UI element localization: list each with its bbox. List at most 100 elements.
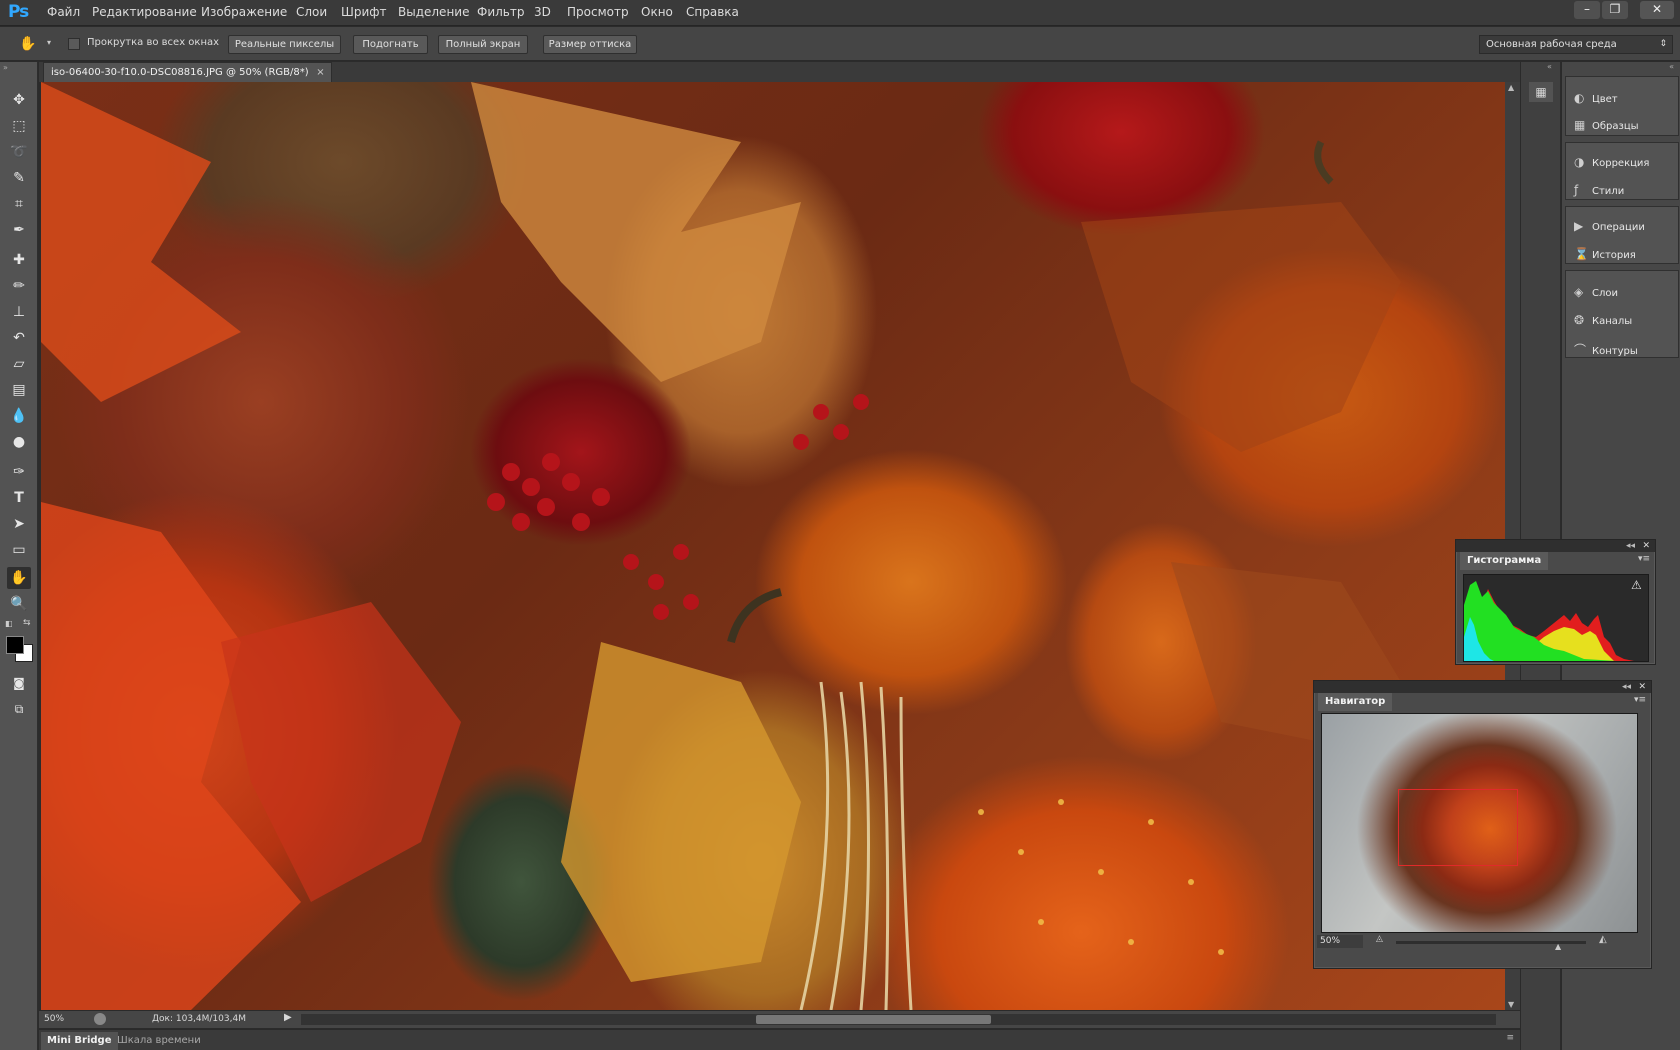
navigator-titlebar[interactable]: ◂◂ ✕: [1314, 681, 1651, 693]
close-icon[interactable]: ✕: [1642, 540, 1650, 552]
histogram-tab[interactable]: Гистограмма: [1460, 552, 1549, 570]
collapse-dock-icon[interactable]: «: [1669, 62, 1674, 71]
rectangle-tool-icon[interactable]: ▭: [7, 539, 31, 561]
actual-pixels-button[interactable]: Реальные пикселы: [228, 35, 341, 54]
panel-menu-icon[interactable]: ▾≡: [1634, 695, 1646, 705]
menu-filter[interactable]: Фильтр: [477, 5, 524, 19]
panel-menu-icon[interactable]: ▾≡: [1638, 554, 1650, 564]
move-tool-icon[interactable]: ✥: [7, 89, 31, 111]
menu-image[interactable]: Изображение: [201, 5, 287, 19]
gradient-tool-icon[interactable]: ▤: [7, 379, 31, 401]
quick-selection-tool-icon[interactable]: ✎: [7, 167, 31, 189]
minimize-button[interactable]: –: [1574, 1, 1600, 19]
status-info-icon[interactable]: [94, 1013, 106, 1025]
fill-screen-button[interactable]: Полный экран: [438, 35, 528, 54]
lasso-tool-icon[interactable]: ➰: [7, 141, 31, 163]
menu-bar: Ps Файл Редактирование Изображение Слои …: [0, 0, 1680, 26]
layers-icon: ◈: [1574, 285, 1584, 299]
workspace-select[interactable]: Основная рабочая среда ⇕: [1479, 35, 1673, 54]
healing-brush-tool-icon[interactable]: ✚: [7, 249, 31, 271]
menu-help[interactable]: Справка: [686, 5, 739, 19]
close-icon[interactable]: ✕: [1638, 681, 1646, 693]
warning-icon[interactable]: ⚠: [1631, 578, 1642, 592]
preset-dropdown-icon[interactable]: ▾: [47, 38, 51, 47]
collapse-strip-icon[interactable]: «: [1547, 62, 1552, 71]
pen-tool-icon[interactable]: ✑: [7, 461, 31, 483]
menu-layers[interactable]: Слои: [296, 5, 327, 19]
panel-menu-icon[interactable]: ≡: [1506, 1033, 1514, 1043]
screen-mode-icon[interactable]: ⧉: [7, 698, 31, 720]
photoshop-logo: Ps: [8, 2, 29, 22]
dock-item-channels[interactable]: ❂ Каналы: [1574, 313, 1632, 327]
default-colors-icon[interactable]: ◧: [5, 619, 13, 628]
history-brush-tool-icon[interactable]: ↶: [7, 327, 31, 349]
scroll-down-icon[interactable]: ▼: [1508, 1000, 1514, 1009]
hand-tool-icon[interactable]: ✋: [7, 567, 31, 589]
blur-tool-icon[interactable]: 💧: [7, 405, 31, 427]
collapse-icon[interactable]: ◂◂: [1626, 540, 1635, 552]
crop-tool-icon[interactable]: ⌗: [7, 193, 31, 215]
collapse-icon[interactable]: ◂◂: [1622, 681, 1631, 693]
navigator-zoom-field[interactable]: 50%: [1317, 935, 1363, 948]
restore-button[interactable]: ❐: [1602, 1, 1628, 19]
hand-tool-preset-icon[interactable]: ✋: [16, 33, 40, 55]
zoom-out-icon[interactable]: ◬: [1376, 934, 1383, 944]
document-tab[interactable]: iso-06400-30-f10.0-DSC08816.JPG @ 50% (R…: [43, 62, 332, 82]
zoom-tool-icon[interactable]: 🔍: [7, 593, 31, 615]
horizontal-scroll-thumb[interactable]: [756, 1015, 991, 1024]
print-size-button[interactable]: Размер оттиска: [543, 35, 637, 54]
menu-type[interactable]: Шрифт: [341, 5, 387, 19]
brush-tool-icon[interactable]: ✏: [7, 275, 31, 297]
type-tool-icon[interactable]: T: [7, 487, 31, 509]
close-icon[interactable]: ×: [316, 63, 324, 83]
eraser-tool-icon[interactable]: ▱: [7, 353, 31, 375]
menu-window[interactable]: Окно: [641, 5, 673, 19]
dodge-tool-icon[interactable]: ●: [7, 431, 31, 453]
actions-icon: ▶: [1574, 219, 1584, 233]
marquee-tool-icon[interactable]: ⬚: [7, 115, 31, 137]
clone-stamp-tool-icon[interactable]: ⊥: [7, 301, 31, 323]
histogram-titlebar[interactable]: ◂◂ ✕: [1456, 540, 1655, 552]
histogram-panel: ◂◂ ✕ Гистограмма ▾≡ ⚠: [1455, 539, 1656, 665]
photoshop-window: Ps Файл Редактирование Изображение Слои …: [0, 0, 1680, 1050]
navigator-view-box[interactable]: [1398, 789, 1518, 866]
eyedropper-tool-icon[interactable]: ✒: [7, 219, 31, 241]
path-selection-tool-icon[interactable]: ➤: [7, 513, 31, 535]
dock-item-paths[interactable]: ⌒ Контуры: [1574, 341, 1638, 358]
status-menu-arrow-icon[interactable]: ▶: [284, 1012, 292, 1023]
menu-file[interactable]: Файл: [47, 5, 80, 19]
menu-select[interactable]: Выделение: [398, 5, 469, 19]
dock-item-layers[interactable]: ◈ Слои: [1574, 285, 1618, 299]
chevron-updown-icon: ⇕: [1659, 39, 1667, 49]
zoom-in-icon[interactable]: ◭: [1599, 934, 1607, 945]
scroll-all-windows-checkbox[interactable]: [68, 38, 80, 50]
close-window-button[interactable]: ✕: [1640, 1, 1674, 19]
menu-view[interactable]: Просмотр: [567, 5, 629, 19]
status-zoom[interactable]: 50%: [44, 1014, 64, 1024]
scroll-up-icon[interactable]: ▲: [1508, 83, 1514, 92]
menu-edit[interactable]: Редактирование: [92, 5, 197, 19]
slider-handle-icon[interactable]: ▲: [1555, 942, 1561, 951]
properties-icon[interactable]: ▦: [1529, 82, 1553, 102]
expand-toolbar-icon[interactable]: »: [3, 63, 8, 72]
dock-item-history[interactable]: ⌛ История: [1574, 247, 1636, 261]
navigator-thumbnail[interactable]: [1321, 713, 1638, 933]
menu-3d[interactable]: 3D: [534, 5, 551, 19]
dock-item-swatches[interactable]: ▦ Образцы: [1574, 118, 1639, 132]
navigator-zoom-slider[interactable]: ▲: [1396, 941, 1586, 951]
dock-group-color: ◐ Цвет ▦ Образцы: [1565, 76, 1679, 136]
horizontal-scrollbar[interactable]: [301, 1014, 1496, 1025]
quick-mask-icon[interactable]: ◙: [7, 672, 31, 694]
tab-mini-bridge[interactable]: Mini Bridge: [41, 1032, 118, 1050]
scroll-all-windows-label: Прокрутка во всех окнах: [87, 37, 220, 48]
foreground-color-swatch[interactable]: [6, 636, 24, 654]
fit-screen-button[interactable]: Подогнать: [353, 35, 428, 54]
document-canvas[interactable]: [41, 82, 1505, 1010]
swap-colors-icon[interactable]: ⇆: [23, 618, 31, 628]
dock-item-actions[interactable]: ▶ Операции: [1574, 219, 1645, 233]
dock-item-adjustments[interactable]: ◑ Коррекция: [1574, 155, 1649, 169]
dock-item-styles[interactable]: ƒ Стили: [1574, 183, 1624, 197]
dock-item-color[interactable]: ◐ Цвет: [1574, 91, 1618, 105]
tab-timeline[interactable]: Шкала времени: [111, 1032, 207, 1050]
navigator-tab[interactable]: Навигатор: [1318, 693, 1393, 711]
